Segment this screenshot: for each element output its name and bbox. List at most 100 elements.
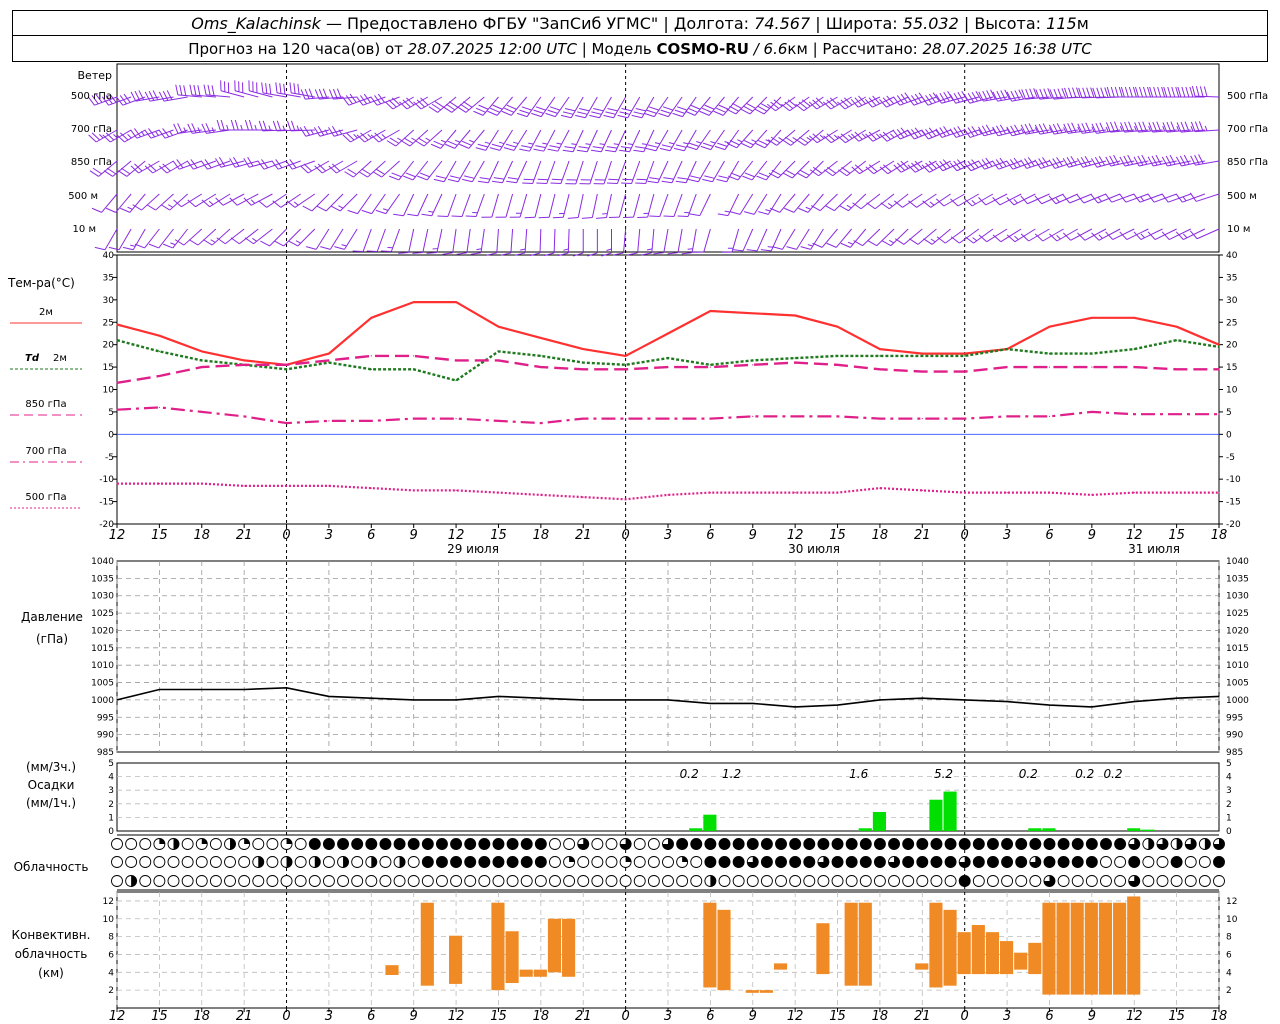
wind-barb-feather (633, 149, 644, 153)
pressure-point (243, 688, 245, 690)
wind-barb-feather (1151, 155, 1158, 166)
wind-barb-feather (419, 172, 430, 178)
temp-y-label: 30 (1226, 296, 1238, 306)
wind-barb-feather (717, 142, 728, 147)
wind-barb-feather (985, 124, 992, 135)
cloud-cover-fill (309, 838, 321, 850)
temp-point (370, 487, 372, 489)
cloud-cover-fill (422, 856, 434, 868)
cloud-cover-symbol (619, 875, 632, 887)
pressure-point (837, 704, 839, 706)
pressure-point (1048, 704, 1050, 706)
cloud-cover-symbol (181, 875, 194, 887)
wind-barb-feather (286, 120, 292, 131)
wind-barb-feather (1140, 233, 1145, 239)
wind-barb-feather (412, 251, 423, 254)
cloud-cover-symbol (972, 875, 985, 887)
cloud-cover-fill (201, 838, 208, 844)
wind-barb-feather (1096, 87, 1101, 98)
wind-barb-feather (461, 140, 472, 146)
precip-bar (1028, 828, 1042, 831)
precip-total-label: 0.2 (1075, 767, 1094, 781)
cloud-cover-symbol (1057, 875, 1070, 887)
wind-barb-feather (258, 200, 267, 208)
wind-barb-feather (1014, 124, 1021, 135)
wind-barb-feather (361, 209, 372, 215)
wind-barb-feather (470, 252, 482, 255)
wind-barb-staff (1196, 193, 1220, 202)
wind-barb-feather (447, 178, 459, 183)
wind-barb-feather (826, 242, 837, 248)
pressure-point (497, 695, 499, 697)
wind-barb-feather (1182, 196, 1187, 202)
temp-y-label: -20 (1226, 520, 1241, 530)
wind-barb-staff (197, 228, 217, 246)
cloud-cover-symbol (224, 856, 236, 868)
convective-bar (547, 918, 562, 973)
wind-level-10m: 10 м (73, 224, 96, 235)
wind-barb-feather (520, 248, 526, 251)
wind-barb-feather (943, 91, 950, 102)
wind-barb-feather (825, 205, 835, 212)
cloud-cover-fill (258, 856, 264, 868)
cloud-cover-symbol (464, 875, 477, 887)
wind-barb-feather (274, 240, 284, 247)
cloud-cover-fill (408, 838, 420, 850)
temp-point (667, 418, 669, 420)
temp-point (1091, 317, 1093, 319)
wind-barb-feather (503, 147, 515, 151)
precip-y-label: 0 (1226, 827, 1232, 837)
convective-bar (562, 918, 576, 977)
temp-point (1133, 413, 1135, 415)
wind-barb-feather (659, 147, 671, 152)
cloud-cover-symbol (1085, 875, 1098, 887)
wind-barb-feather (840, 242, 851, 248)
wind-barb-feather (564, 146, 575, 149)
hour-tick-label: 6 (706, 528, 714, 543)
wind-barb-feather (1109, 121, 1115, 132)
temp-point (879, 368, 881, 370)
wind-barb-feather (347, 209, 358, 215)
wind-barb-feather (523, 178, 535, 181)
wind-barb-feather (154, 130, 159, 136)
wind-barb-feather (575, 114, 586, 119)
cloud-cover-fill (789, 856, 801, 868)
temp-point (455, 301, 457, 303)
wind-barb-feather (498, 141, 505, 145)
precip-total-label: 0.2 (1019, 767, 1038, 781)
cloud-cover-symbol (1198, 856, 1211, 868)
convective-bar (1127, 896, 1141, 995)
wind-barb-feather (576, 149, 588, 153)
temp-point (794, 415, 796, 417)
wind-barb-feather (229, 158, 236, 168)
cloud-cover-symbol (238, 856, 251, 868)
wind-barb-feather (262, 120, 268, 131)
temp-point (328, 359, 330, 361)
cloud-cover-symbol (690, 875, 703, 887)
temp-y-label: 5 (1226, 408, 1232, 418)
wind-barbs (87, 80, 1220, 257)
conv-y-label: 4 (1226, 968, 1232, 978)
wind-barb-feather (727, 142, 737, 149)
pressure-point (709, 702, 711, 704)
cloud-cover-symbol (1114, 856, 1127, 868)
wind-barb-feather (435, 175, 447, 179)
wind-barb-feather (724, 210, 730, 213)
wind-barb-staff (874, 193, 895, 210)
wind-barb-staff (104, 228, 118, 251)
temp-point (413, 355, 415, 357)
pressure-point (328, 695, 330, 697)
wind-barb-feather (1190, 121, 1196, 132)
wind-barb-feather (299, 127, 307, 137)
cloud-cover-fill (343, 856, 349, 868)
pressure-y-label: 1015 (1226, 644, 1249, 654)
wind-barb-feather (620, 146, 632, 149)
cloud-cover-fill (846, 838, 858, 850)
wind-barb-feather (1204, 125, 1208, 132)
cloud-cover-symbol (605, 838, 618, 850)
cloud-cover-symbol (1114, 875, 1127, 887)
wind-barb-feather (456, 252, 467, 255)
hour-tick-label: 21 (914, 528, 931, 543)
wind-barb-feather (930, 238, 936, 243)
wind-barb-feather (746, 249, 758, 252)
